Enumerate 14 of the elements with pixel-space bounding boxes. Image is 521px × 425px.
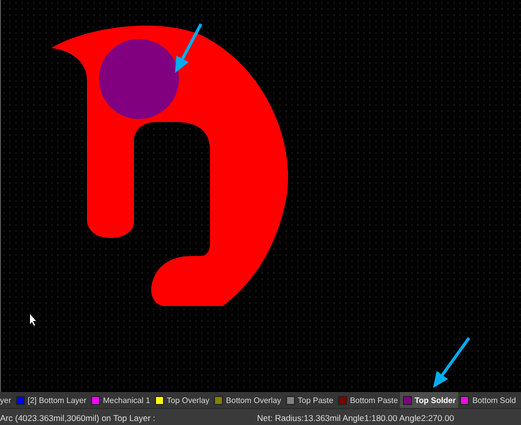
layer-tab[interactable]: yer [0, 392, 14, 408]
arrow-icon [175, 23, 202, 73]
layer-tab[interactable]: Mechanical 1 [88, 392, 152, 408]
layer-tab[interactable]: [2] Bottom Layer [13, 392, 89, 408]
status-text: Net: Radius:13.363mil Angle1:180.00 Angle2:270.00 [257, 412, 454, 422]
layer-tab[interactable]: Bottom Sold [458, 392, 518, 408]
mouse-cursor-icon [30, 314, 36, 326]
layer-tab[interactable]: Bottom Paste [336, 392, 400, 408]
layer-tab[interactable]: Top Paste [283, 392, 336, 408]
layer-tab[interactable]: Top Solder [400, 392, 458, 408]
layer-tab[interactable]: Top Overlay [152, 392, 212, 408]
arrow-icon [433, 337, 470, 388]
layer-tab[interactable]: Bottom Overlay [212, 392, 284, 408]
status-text: Arc (4023.363mil,3060mil) on Top Layer : [0, 412, 156, 422]
